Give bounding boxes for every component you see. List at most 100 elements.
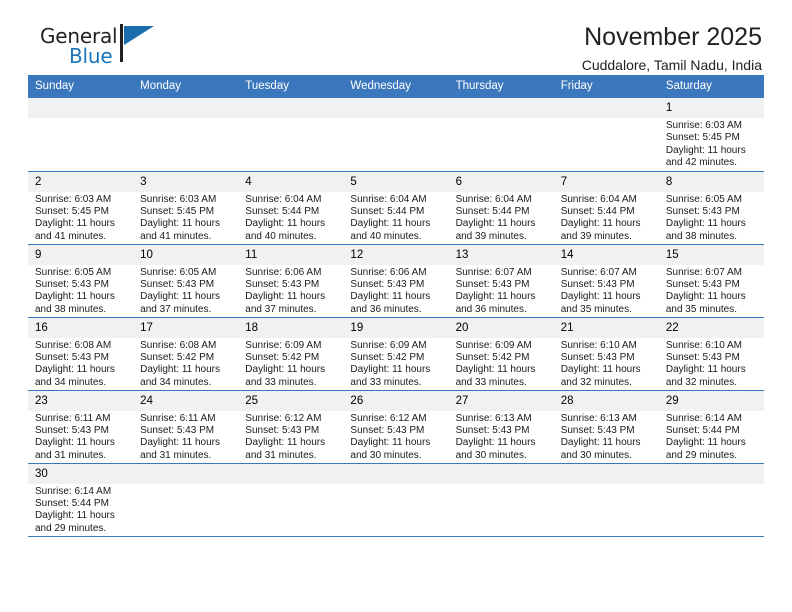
calendar-day-cell[interactable]: 16 Sunrise: 6:08 AM Sunset: 5:43 PM Dayligh… xyxy=(28,317,134,391)
calendar-day-cell[interactable]: 12 Sunrise: 6:06 AM Sunset: 5:43 PM Dayligh… xyxy=(343,244,449,318)
day-cell-inner xyxy=(28,98,134,171)
sunset-text: Sunset: 5:43 PM xyxy=(560,351,635,363)
day-sun-info: Sunrise: 6:12 AM Sunset: 5:43 PM Daylight:… xyxy=(238,411,343,463)
calendar-day-cell[interactable]: 27 Sunrise: 6:13 AM Sunset: 5:43 PM Dayligh… xyxy=(448,390,554,464)
day-sun-info: Sunrise: 6:08 AM Sunset: 5:42 PM Daylight:… xyxy=(133,338,238,390)
day-number: 2 xyxy=(28,171,134,192)
day-number: 13 xyxy=(448,244,554,265)
calendar-day-cell[interactable]: 11 Sunrise: 6:06 AM Sunset: 5:43 PM Dayligh… xyxy=(238,244,344,318)
sunrise-text: Sunrise: 6:07 AM xyxy=(455,266,532,278)
day-cell-inner: 13 Sunrise: 6:07 AM Sunset: 5:43 PM Dayligh… xyxy=(448,244,554,317)
sunset-text: Sunset: 5:43 PM xyxy=(350,278,425,290)
day-number: 23 xyxy=(28,390,134,411)
sunset-text: Sunset: 5:45 PM xyxy=(35,205,109,217)
day-cell-inner: 17 Sunrise: 6:08 AM Sunset: 5:42 PM Dayligh… xyxy=(133,317,239,390)
daylight-text: Daylight: 11 hours and 36 minutes. xyxy=(350,291,431,315)
general-blue-logo[interactable]: General Blue xyxy=(40,22,160,74)
calendar-day-cell[interactable]: 2 Sunrise: 6:03 AM Sunset: 5:45 PM Daylight… xyxy=(28,171,134,245)
weekday-header-sunday: Sunday xyxy=(28,75,134,98)
calendar-day-cell[interactable]: 28 Sunrise: 6:13 AM Sunset: 5:43 PM Dayligh… xyxy=(553,390,659,464)
sunset-text: Sunset: 5:43 PM xyxy=(35,351,109,363)
calendar-day-cell[interactable]: 23 Sunrise: 6:11 AM Sunset: 5:43 PM Dayligh… xyxy=(28,390,134,464)
day-cell-inner: 30 Sunrise: 6:14 AM Sunset: 5:44 PM Dayligh… xyxy=(28,463,134,536)
calendar-day-cell[interactable]: 26 Sunrise: 6:12 AM Sunset: 5:43 PM Dayligh… xyxy=(343,390,449,464)
calendar-week-row: 9 Sunrise: 6:05 AM Sunset: 5:43 PM Daylight… xyxy=(28,244,764,318)
day-cell-inner xyxy=(658,463,764,536)
day-cell-inner: 23 Sunrise: 6:11 AM Sunset: 5:43 PM Dayligh… xyxy=(28,390,134,463)
daylight-text: Daylight: 11 hours and 38 minutes. xyxy=(665,218,746,242)
day-sun-info: Sunrise: 6:03 AM Sunset: 5:45 PM Daylight:… xyxy=(28,192,133,244)
weekday-header-tuesday: Tuesday xyxy=(238,75,344,98)
calendar-day-cell[interactable]: 5 Sunrise: 6:04 AM Sunset: 5:44 PM Daylight… xyxy=(343,171,449,245)
day-number xyxy=(658,463,764,484)
calendar-week-row: 23 Sunrise: 6:11 AM Sunset: 5:43 PM Dayligh… xyxy=(28,390,764,464)
daylight-text: Daylight: 11 hours and 37 minutes. xyxy=(140,291,220,315)
day-cell-inner: 16 Sunrise: 6:08 AM Sunset: 5:43 PM Dayligh… xyxy=(28,317,134,390)
daylight-text: Daylight: 11 hours and 39 minutes. xyxy=(455,218,536,242)
calendar-week-row: 16 Sunrise: 6:08 AM Sunset: 5:43 PM Dayligh… xyxy=(28,317,764,391)
calendar-day-cell[interactable]: 24 Sunrise: 6:11 AM Sunset: 5:43 PM Dayligh… xyxy=(133,390,239,464)
daylight-text: Daylight: 11 hours and 40 minutes. xyxy=(350,218,431,242)
calendar-day-cell[interactable]: 10 Sunrise: 6:05 AM Sunset: 5:43 PM Dayligh… xyxy=(133,244,239,318)
sunrise-text: Sunrise: 6:09 AM xyxy=(455,339,532,351)
sunset-text: Sunset: 5:43 PM xyxy=(665,205,740,217)
calendar-day-cell[interactable]: 21 Sunrise: 6:10 AM Sunset: 5:43 PM Dayligh… xyxy=(553,317,659,391)
day-sun-info: Sunrise: 6:12 AM Sunset: 5:43 PM Daylight:… xyxy=(343,411,448,463)
calendar-week-row: 1 Sunrise: 6:03 AM Sunset: 5:45 PM Daylight… xyxy=(28,98,764,172)
day-sun-info: Sunrise: 6:07 AM Sunset: 5:43 PM Daylight:… xyxy=(554,265,659,317)
day-number xyxy=(133,98,239,118)
calendar-day-cell[interactable]: 3 Sunrise: 6:03 AM Sunset: 5:45 PM Daylight… xyxy=(133,171,239,245)
calendar-day-cell[interactable]: 25 Sunrise: 6:12 AM Sunset: 5:43 PM Dayligh… xyxy=(238,390,344,464)
day-cell-inner: 10 Sunrise: 6:05 AM Sunset: 5:43 PM Dayligh… xyxy=(133,244,239,317)
calendar-day-cell[interactable]: 20 Sunrise: 6:09 AM Sunset: 5:42 PM Dayligh… xyxy=(448,317,554,391)
day-cell-inner: 19 Sunrise: 6:09 AM Sunset: 5:42 PM Dayligh… xyxy=(343,317,449,390)
calendar-day-cell[interactable]: 29 Sunrise: 6:14 AM Sunset: 5:44 PM Dayligh… xyxy=(658,390,764,464)
day-cell-inner: 20 Sunrise: 6:09 AM Sunset: 5:42 PM Dayligh… xyxy=(448,317,554,390)
sunset-text: Sunset: 5:42 PM xyxy=(350,351,425,363)
sunrise-text: Sunrise: 6:13 AM xyxy=(455,412,532,424)
calendar-day-cell[interactable]: 22 Sunrise: 6:10 AM Sunset: 5:43 PM Dayligh… xyxy=(658,317,764,391)
calendar-day-cell[interactable]: 1 Sunrise: 6:03 AM Sunset: 5:45 PM Daylight… xyxy=(658,98,764,172)
day-sun-info: Sunrise: 6:04 AM Sunset: 5:44 PM Daylight:… xyxy=(343,192,448,244)
logo-flag-icon xyxy=(124,26,154,45)
daylight-text: Daylight: 11 hours and 31 minutes. xyxy=(140,437,220,461)
day-cell-inner: 11 Sunrise: 6:06 AM Sunset: 5:43 PM Dayligh… xyxy=(238,244,344,317)
calendar-day-cell[interactable]: 13 Sunrise: 6:07 AM Sunset: 5:43 PM Dayligh… xyxy=(448,244,554,318)
calendar-day-cell[interactable]: 15 Sunrise: 6:07 AM Sunset: 5:43 PM Dayligh… xyxy=(658,244,764,318)
calendar-day-cell[interactable]: 14 Sunrise: 6:07 AM Sunset: 5:43 PM Dayligh… xyxy=(553,244,659,318)
day-sun-info: Sunrise: 6:03 AM Sunset: 5:45 PM Daylight:… xyxy=(133,192,238,244)
calendar-day-cell[interactable]: 7 Sunrise: 6:04 AM Sunset: 5:44 PM Daylight… xyxy=(553,171,659,245)
day-number xyxy=(133,463,239,484)
calendar-day-cell[interactable]: 30 Sunrise: 6:14 AM Sunset: 5:44 PM Dayligh… xyxy=(28,463,134,537)
day-number: 7 xyxy=(553,171,659,192)
day-cell-inner: 24 Sunrise: 6:11 AM Sunset: 5:43 PM Dayligh… xyxy=(133,390,239,463)
day-number: 19 xyxy=(343,317,449,338)
day-sun-info: Sunrise: 6:08 AM Sunset: 5:43 PM Daylight:… xyxy=(28,338,133,390)
calendar-cell-empty xyxy=(28,98,134,172)
calendar-day-cell[interactable]: 17 Sunrise: 6:08 AM Sunset: 5:42 PM Dayligh… xyxy=(133,317,239,391)
sunrise-text: Sunrise: 6:03 AM xyxy=(140,193,217,205)
day-sun-info: Sunrise: 6:04 AM Sunset: 5:44 PM Daylight:… xyxy=(238,192,343,244)
daylight-text: Daylight: 11 hours and 37 minutes. xyxy=(245,291,326,315)
calendar-day-cell[interactable]: 19 Sunrise: 6:09 AM Sunset: 5:42 PM Dayligh… xyxy=(343,317,449,391)
day-number: 25 xyxy=(238,390,344,411)
calendar-day-cell[interactable]: 9 Sunrise: 6:05 AM Sunset: 5:43 PM Daylight… xyxy=(28,244,134,318)
day-sun-info: Sunrise: 6:04 AM Sunset: 5:44 PM Daylight:… xyxy=(449,192,554,244)
calendar-cell-empty xyxy=(238,98,344,172)
calendar-day-cell[interactable]: 8 Sunrise: 6:05 AM Sunset: 5:43 PM Daylight… xyxy=(658,171,764,245)
title-block: November 2025 Cuddalore, Tamil Nadu, Ind… xyxy=(582,22,764,76)
calendar-day-cell[interactable]: 6 Sunrise: 6:04 AM Sunset: 5:44 PM Daylight… xyxy=(448,171,554,245)
calendar-day-cell[interactable]: 18 Sunrise: 6:09 AM Sunset: 5:42 PM Dayligh… xyxy=(238,317,344,391)
calendar-week-row: 2 Sunrise: 6:03 AM Sunset: 5:45 PM Daylight… xyxy=(28,171,764,245)
day-cell-inner xyxy=(343,463,449,536)
sunset-text: Sunset: 5:43 PM xyxy=(665,351,740,363)
day-number: 9 xyxy=(28,244,134,265)
sunrise-text: Sunrise: 6:11 AM xyxy=(140,412,216,424)
day-cell-inner xyxy=(343,98,449,171)
sunset-text: Sunset: 5:43 PM xyxy=(560,424,635,436)
daylight-text: Daylight: 11 hours and 32 minutes. xyxy=(665,364,746,388)
sunset-text: Sunset: 5:42 PM xyxy=(245,351,320,363)
calendar-day-cell[interactable]: 4 Sunrise: 6:04 AM Sunset: 5:44 PM Daylight… xyxy=(238,171,344,245)
day-cell-inner: 12 Sunrise: 6:06 AM Sunset: 5:43 PM Dayligh… xyxy=(343,244,449,317)
day-number xyxy=(448,463,554,484)
